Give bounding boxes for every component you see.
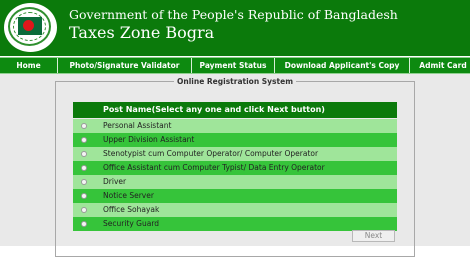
post-label: Office Assistant cum Computer Typist/ Da… [103, 163, 325, 172]
post-label: Security Guard [103, 219, 160, 228]
post-row-security-guard[interactable]: Security Guard [73, 217, 397, 231]
radio-button-icon[interactable] [81, 165, 87, 171]
bangladesh-emblem-icon [4, 3, 57, 52]
post-label: Office Sohayak [103, 205, 160, 214]
post-row-notice-server[interactable]: Notice Server [73, 189, 397, 203]
main-nav: Home Photo/Signature Validator Payment S… [0, 57, 470, 74]
radio-button-icon[interactable] [81, 137, 87, 143]
post-label: Personal Assistant [103, 121, 172, 130]
post-row-upper-division-assistant[interactable]: Upper Division Assistant [73, 133, 397, 147]
emblem-flag [18, 17, 42, 35]
radio-button-icon[interactable] [81, 207, 87, 213]
post-row-stenotypist[interactable]: Stenotypist cum Computer Operator/ Compu… [73, 147, 397, 161]
fieldset-legend: Online Registration System [177, 77, 294, 86]
post-row-office-assistant[interactable]: Office Assistant cum Computer Typist/ Da… [73, 161, 397, 175]
post-label: Driver [103, 177, 127, 186]
radio-button-icon[interactable] [81, 221, 87, 227]
post-row-personal-assistant[interactable]: Personal Assistant [73, 119, 397, 133]
post-row-office-sohayak[interactable]: Office Sohayak [73, 203, 397, 217]
radio-button-icon[interactable] [81, 123, 87, 129]
radio-button-icon[interactable] [81, 193, 87, 199]
radio-button-icon[interactable] [81, 151, 87, 157]
post-label: Notice Server [103, 191, 154, 200]
nav-photo-signature-validator[interactable]: Photo/Signature Validator [58, 58, 191, 73]
nav-payment-status[interactable]: Payment Status [192, 58, 274, 73]
government-title: Government of the People's Republic of B… [69, 7, 398, 22]
site-header: Government of the People's Republic of B… [0, 0, 470, 56]
table-header: Post Name(Select any one and click Next … [73, 102, 397, 118]
post-label: Upper Division Assistant [103, 135, 195, 144]
nav-home[interactable]: Home [0, 58, 57, 73]
post-row-driver[interactable]: Driver [73, 175, 397, 189]
office-title: Taxes Zone Bogra [69, 23, 215, 42]
next-button[interactable]: Next [352, 230, 395, 242]
radio-button-icon[interactable] [81, 179, 87, 185]
nav-admit-card[interactable]: Admit Card [410, 58, 470, 73]
nav-download-applicant-copy[interactable]: Download Applicant's Copy [275, 58, 409, 73]
table-header-label: Post Name(Select any one and click Next … [103, 105, 325, 114]
post-label: Stenotypist cum Computer Operator/ Compu… [103, 149, 319, 158]
